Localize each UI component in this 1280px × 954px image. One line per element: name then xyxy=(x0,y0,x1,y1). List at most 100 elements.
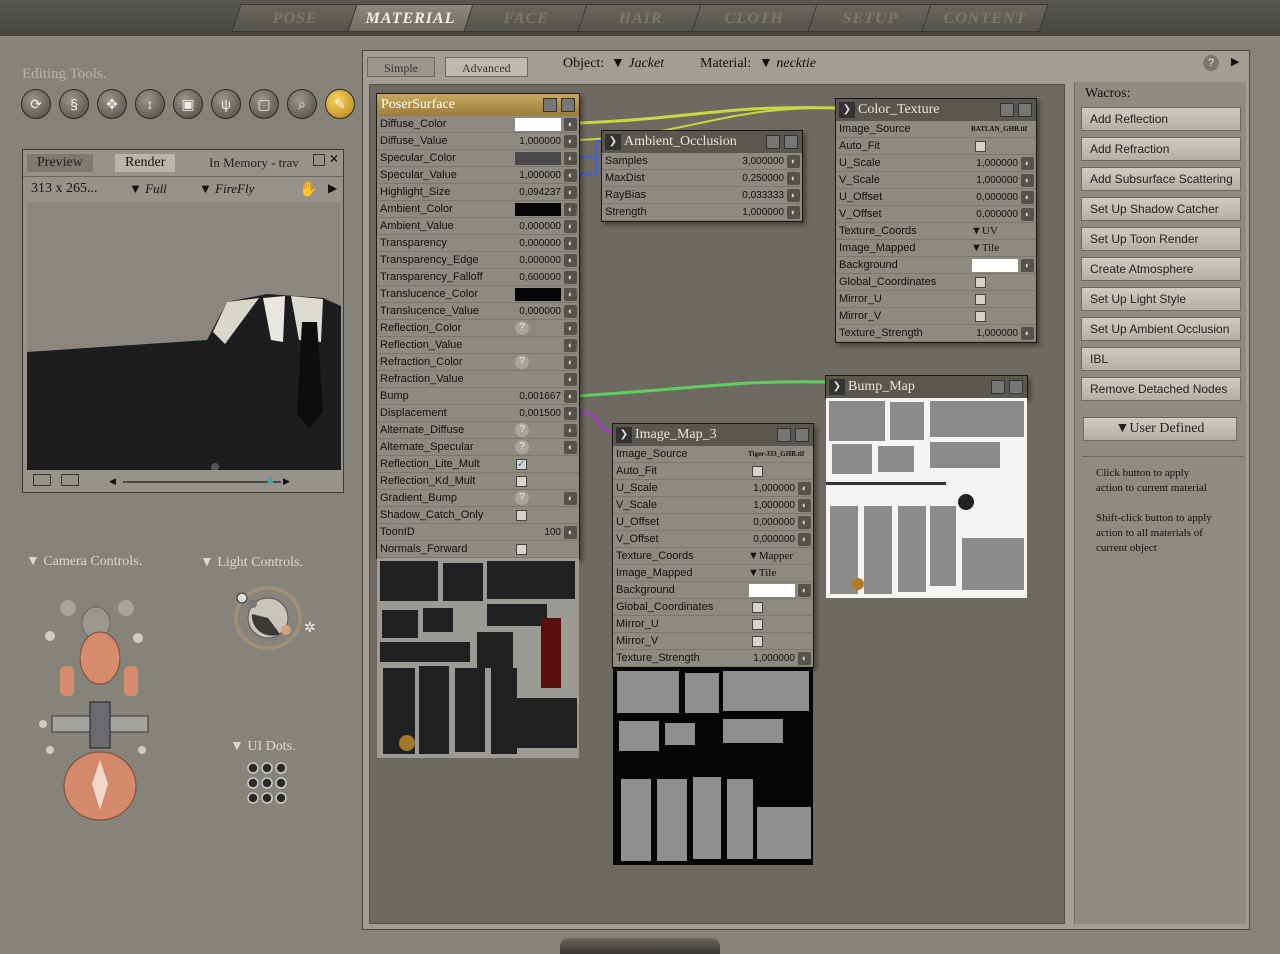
tab-content[interactable]: CONTENT xyxy=(921,4,1049,32)
add-subsurface-scattering-button[interactable]: Add Subsurface Scattering xyxy=(1081,167,1241,191)
param-dropdown[interactable]: ▼Tile xyxy=(748,565,776,582)
param-row[interactable]: Samples 3,000000 ◐ xyxy=(602,153,802,170)
scroll-left-icon[interactable]: ◀ xyxy=(109,476,116,487)
image-map-node[interactable]: ❯ Image_Map_3 Image_Source Tiger-333_GHB.t… xyxy=(612,423,814,865)
param-row[interactable]: Auto_Fit xyxy=(613,463,813,480)
taper-icon[interactable]: ψ xyxy=(211,89,241,119)
translate-icon[interactable]: ✥ xyxy=(97,89,127,119)
param-row[interactable]: Transparency_Edge 0,000000 ◐ xyxy=(377,252,579,269)
input-plug-icon[interactable]: ◐ xyxy=(564,390,577,403)
input-plug-icon[interactable]: ◐ xyxy=(564,254,577,267)
input-plug-icon[interactable]: ◐ xyxy=(564,118,577,131)
param-value[interactable]: 1,000000 xyxy=(976,155,1018,172)
node-preview-icon[interactable] xyxy=(1009,380,1023,394)
param-value[interactable]: 0,094237 xyxy=(519,184,561,201)
render-view[interactable] xyxy=(27,202,341,470)
param-row[interactable]: U_Offset 0,000000 ◐ xyxy=(836,189,1036,206)
color-picker-icon[interactable]: ✎ xyxy=(325,89,355,119)
close-icon[interactable]: ✕ xyxy=(329,152,339,166)
checkbox[interactable] xyxy=(516,476,527,487)
checkbox[interactable] xyxy=(975,141,986,152)
param-value[interactable]: 1,000000 xyxy=(753,480,795,497)
scale-icon[interactable]: ▣ xyxy=(173,89,203,119)
input-plug-icon[interactable]: ◐ xyxy=(564,237,577,250)
param-row[interactable]: Image_Source Tiger-333_GHB.tif xyxy=(613,446,813,463)
param-row[interactable]: RayBias 0,033333 ◐ xyxy=(602,187,802,204)
renderer-dropdown[interactable]: ▼ FireFly xyxy=(199,181,254,197)
user-defined-dropdown[interactable]: ▼User Defined xyxy=(1083,417,1237,441)
input-plug-icon[interactable]: ◐ xyxy=(787,172,800,185)
color-texture-header[interactable]: ❯ Color_Texture xyxy=(836,99,1036,121)
param-value[interactable]: 1,000000 xyxy=(742,204,784,221)
camera-controls-title[interactable]: ▼ Camera Controls. xyxy=(26,554,142,570)
input-plug-icon[interactable]: ◐ xyxy=(1021,157,1034,170)
param-row[interactable]: ToonID 100 ◐ xyxy=(377,524,579,541)
param-row[interactable]: Mirror_V xyxy=(613,633,813,650)
param-row[interactable]: Ambient_Value 0,000000 ◐ xyxy=(377,218,579,235)
checkbox[interactable] xyxy=(752,602,763,613)
tab-setup[interactable]: SETUP xyxy=(807,4,935,32)
input-plug-icon[interactable]: ◐ xyxy=(564,526,577,539)
node-preview-icon[interactable] xyxy=(784,135,798,149)
param-row[interactable]: Texture_Coords ▼Mapper xyxy=(613,548,813,565)
input-plug-icon[interactable]: ◐ xyxy=(1021,259,1034,272)
param-value[interactable]: 0,000000 xyxy=(519,218,561,235)
param-value[interactable]: 0,001500 xyxy=(519,405,561,422)
color-swatch[interactable] xyxy=(515,118,561,131)
rotate-icon[interactable]: ⟳ xyxy=(21,89,51,119)
node-collapse-icon[interactable] xyxy=(991,380,1005,394)
input-plug-icon[interactable]: ◐ xyxy=(564,152,577,165)
param-value[interactable]: 1,000000 xyxy=(753,497,795,514)
node-preview-icon[interactable] xyxy=(1018,103,1032,117)
light-controls-title[interactable]: ▼ Light Controls. xyxy=(200,555,303,571)
bump-map-node[interactable]: ❯ Bump_Map xyxy=(825,375,1028,598)
input-plug-icon[interactable]: ◐ xyxy=(564,220,577,233)
layout-icon[interactable] xyxy=(61,474,79,486)
input-plug-icon[interactable]: ◐ xyxy=(798,482,811,495)
param-row[interactable]: Highlight_Size 0,094237 ◐ xyxy=(377,184,579,201)
input-plug-icon[interactable]: ◐ xyxy=(564,339,577,352)
question-icon[interactable]: ? xyxy=(515,321,529,335)
param-value[interactable]: 1,000000 xyxy=(753,650,795,667)
light-controls-widget[interactable]: ✲ xyxy=(222,584,322,654)
question-icon[interactable]: ? xyxy=(515,440,529,454)
input-plug-icon[interactable]: ◐ xyxy=(564,492,577,505)
input-plug-icon[interactable]: ◐ xyxy=(564,271,577,284)
param-row[interactable]: V_Scale 1,000000 ◐ xyxy=(613,497,813,514)
param-value[interactable]: 1,000000 xyxy=(976,172,1018,189)
param-value[interactable]: 0,000000 xyxy=(753,531,795,548)
color-swatch[interactable] xyxy=(515,203,561,216)
tab-render[interactable]: Render xyxy=(115,154,176,172)
tab-hair[interactable]: HAIR xyxy=(577,4,705,32)
question-icon[interactable]: ? xyxy=(515,491,529,505)
question-icon[interactable]: ? xyxy=(515,423,529,437)
param-row[interactable]: Image_Source BATLAN_GHB.tif xyxy=(836,121,1036,138)
param-row[interactable]: Global_Coordinates xyxy=(836,274,1036,291)
param-row[interactable]: Normals_Forward xyxy=(377,541,579,558)
param-row[interactable]: V_Scale 1,000000 ◐ xyxy=(836,172,1036,189)
param-row[interactable]: Displacement 0,001500 ◐ xyxy=(377,405,579,422)
param-value[interactable]: 1,000000 xyxy=(519,167,561,184)
param-row[interactable]: Alternate_Specular? ◐ xyxy=(377,439,579,456)
ui-dots-title[interactable]: ▼ UI Dots. xyxy=(230,739,296,755)
param-value[interactable]: 0,000000 xyxy=(976,206,1018,223)
node-collapse-icon[interactable] xyxy=(777,428,791,442)
input-plug-icon[interactable]: ◐ xyxy=(564,135,577,148)
scroll-right-icon[interactable]: ▶ xyxy=(283,476,290,487)
param-row[interactable]: Reflection_Value ◐ xyxy=(377,337,579,354)
color-swatch[interactable] xyxy=(749,584,795,597)
param-value[interactable]: 1,000000 xyxy=(519,133,561,150)
set-up-light-style-button[interactable]: Set Up Light Style xyxy=(1081,287,1241,311)
color-swatch[interactable] xyxy=(515,152,561,165)
add-refraction-button[interactable]: Add Refraction xyxy=(1081,137,1241,161)
input-plug-icon[interactable]: ◐ xyxy=(1021,191,1034,204)
param-value[interactable]: 0,000000 xyxy=(519,303,561,320)
param-row[interactable]: Transparency_Falloff 0,600000 ◐ xyxy=(377,269,579,286)
param-row[interactable]: Alternate_Diffuse? ◐ xyxy=(377,422,579,439)
input-plug-icon[interactable]: ◐ xyxy=(798,499,811,512)
input-plug-icon[interactable]: ◐ xyxy=(798,652,811,665)
panel-menu-icon[interactable]: ▶ xyxy=(1231,55,1239,68)
tab-material[interactable]: MATERIAL xyxy=(347,4,475,32)
param-row[interactable]: Strength 1,000000 ◐ xyxy=(602,204,802,221)
zoom-slider[interactable] xyxy=(123,481,281,483)
